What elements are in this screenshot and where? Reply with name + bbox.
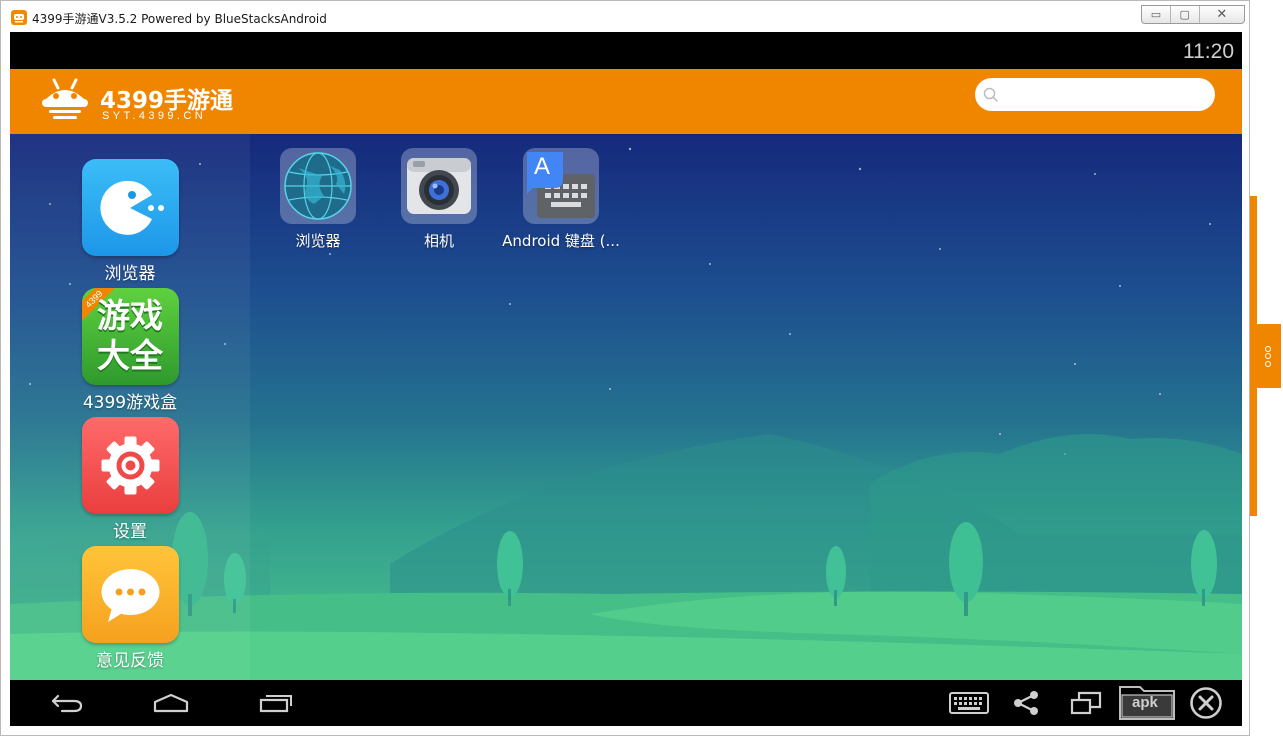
window-controls: ▭ ▢ ✕ [1141, 5, 1245, 24]
dock-item-game-box[interactable]: 4399 游戏 大全 4399游戏盒 [81, 288, 179, 413]
multi-window-icon [1070, 691, 1102, 715]
chat-bubble-icon [101, 569, 159, 622]
desktop-app-label: 浏览器 [295, 232, 341, 250]
window-frame-right [1242, 32, 1250, 736]
window-frame-bottom [0, 726, 1250, 736]
recent-apps-icon [259, 695, 292, 713]
keyboard-button[interactable] [948, 680, 990, 726]
dock-item-label: 浏览器 [104, 264, 156, 284]
multi-window-button[interactable] [1066, 680, 1106, 726]
dock-item-label: 4399游戏盒 [82, 393, 178, 413]
apk-label: apk [1132, 694, 1158, 711]
keyboard-icon [949, 692, 989, 714]
status-bar: 11:20 [10, 32, 1242, 69]
status-clock: 11:20 [1183, 40, 1234, 63]
home-icon [153, 693, 189, 713]
window-title: 4399手游通V3.5.2 Powered by BlueStacksAndro… [32, 12, 327, 26]
window-frame-left [0, 32, 10, 736]
game-box-icon: 4399 游戏 大全 [81, 288, 179, 385]
home-button[interactable] [150, 680, 192, 726]
apk-install-button[interactable]: apk [1116, 680, 1178, 726]
dock-item-feedback[interactable]: 意见反馈 [81, 546, 179, 671]
dock-item-settings[interactable]: 设置 [81, 417, 179, 542]
maximize-button[interactable]: ▢ [1171, 6, 1200, 23]
desktop-app-browser[interactable]: 浏览器 [258, 148, 378, 251]
side-panel-toggle[interactable] [1255, 324, 1281, 388]
desktop-app-camera[interactable]: 相机 [379, 148, 499, 251]
navigation-bar: apk [10, 680, 1242, 726]
tile-text-line-1: 游戏 [97, 296, 163, 335]
brand-logo: 4399手游通 SYT.4399.CN [38, 77, 278, 127]
dock-item-label: 意见反馈 [96, 651, 164, 671]
desktop-area: 浏览器 4399 游戏 大全 4399游戏盒 设置 意见反馈 浏览器 相机 A … [10, 134, 1242, 680]
logo-subtitle: SYT.4399.CN [102, 110, 207, 122]
left-dock: 浏览器 4399 游戏 大全 4399游戏盒 设置 意见反馈 [10, 134, 250, 680]
desktop-app-android-keyboard[interactable]: A Android 键盘 (... [501, 148, 621, 251]
more-dots-icon [1265, 344, 1271, 368]
app-logo-icon [11, 10, 27, 25]
window-title-bar[interactable]: 4399手游通V3.5.2 Powered by BlueStacksAndro… [0, 0, 1250, 32]
globe-icon [284, 152, 352, 220]
gear-icon [101, 436, 159, 495]
robot-logo-icon [42, 78, 88, 119]
search-input[interactable] [975, 78, 1215, 111]
exit-button[interactable] [1186, 680, 1226, 726]
share-icon [1014, 691, 1038, 715]
close-circle-icon [1190, 687, 1222, 719]
search-icon [983, 87, 998, 102]
dock-item-browser[interactable]: 浏览器 [81, 159, 179, 284]
dock-item-label: 设置 [113, 522, 147, 542]
app-header: 4399手游通 SYT.4399.CN [10, 69, 1242, 134]
back-button[interactable] [46, 680, 88, 726]
desktop-app-label: Android 键盘 (... [502, 232, 620, 250]
camera-icon [407, 158, 471, 214]
recent-apps-button[interactable] [254, 680, 296, 726]
back-icon [51, 694, 83, 713]
pacman-browser-icon [99, 180, 164, 235]
android-screen: 11:20 4399手游通 SYT.4399.CN 浏览器 4399 游戏 大全… [10, 32, 1242, 726]
desktop-app-label: 相机 [423, 232, 454, 250]
keyboard-tile-letter: A [534, 153, 551, 180]
minimize-button[interactable]: ▭ [1142, 6, 1171, 23]
share-button[interactable] [1006, 680, 1046, 726]
tile-text-line-2: 大全 [97, 336, 163, 375]
close-button[interactable]: ✕ [1200, 6, 1244, 23]
